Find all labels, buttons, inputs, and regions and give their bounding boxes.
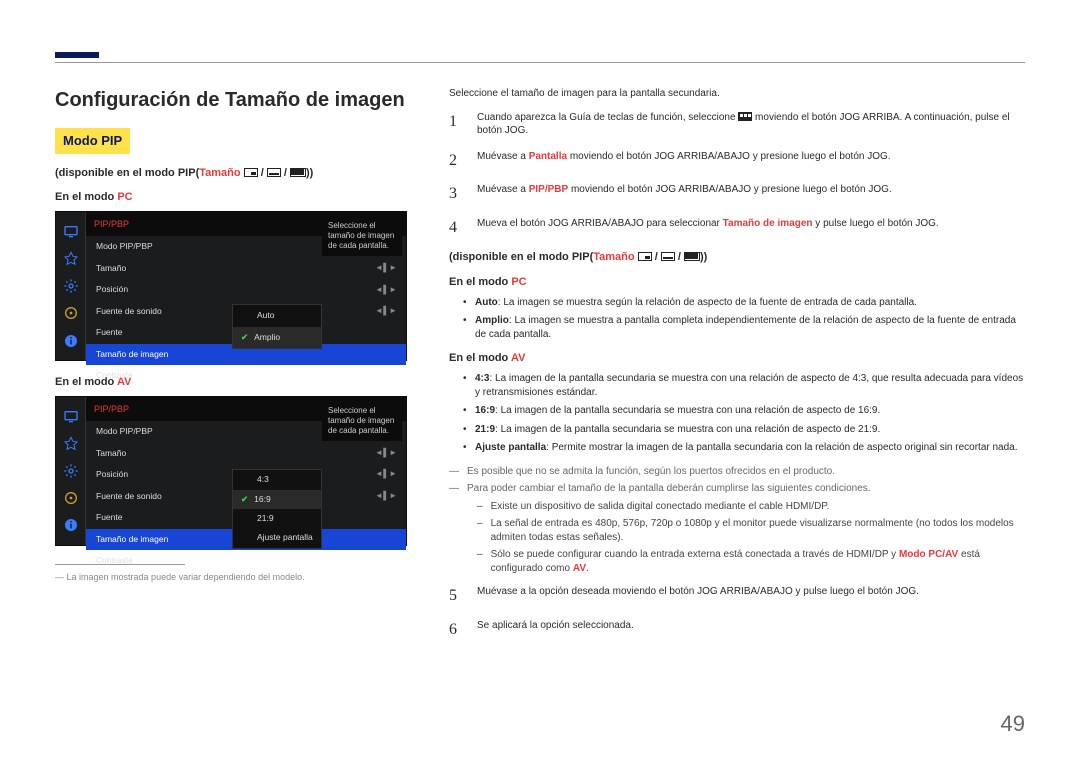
osd-option-219: 21:9 [233,509,321,528]
settings2-icon [62,305,80,321]
mode-pc-heading-left: En el modo PC [55,190,407,205]
osd-option-169: ✔16:9 [233,490,321,509]
gear-icon [62,463,80,479]
availability-line-right: (disponible en el modo PIP(Tamaño / / )) [449,250,1025,265]
size-icon-mid [661,252,675,261]
size-icon-small [244,168,258,177]
osd-tooltip: Seleccione el tamaño de imagen de cada p… [322,216,402,256]
avail-suffix: )) [306,167,313,179]
osd-row-tamano-av: Tamaño◄ ▌ ► [86,443,406,464]
pc-bullets: Auto: La imagen se muestra según la rela… [463,296,1025,342]
info-icon [62,333,80,349]
footnote: ― La imagen mostrada puede variar depend… [55,571,407,583]
osd-option-auto: Auto [233,305,321,326]
osd-sidebar-av [56,397,86,545]
step-6: 6Se aplicará la opción seleccionada. [449,619,1025,641]
size-icon-mid [267,168,281,177]
size-icon-large [290,168,306,177]
osd-option-43: 4:3 [233,470,321,489]
gear-icon [62,278,80,294]
osd-popup-pc: Auto ✔Amplio [232,304,322,349]
osd-screenshot-pc: PIP/PBP Modo PIP/PBPAct. Tamaño◄ ▌ ► Pos… [55,211,407,361]
osd-sidebar [56,212,86,360]
avail-prefix: (disponible en el modo PIP( [55,167,199,179]
osd-row-contraste-av: Contraste [86,550,406,571]
page-title: Configuración de Tamaño de imagen [55,87,407,114]
avail-size-label: Tamaño [199,167,240,179]
osd-screenshot-av: PIP/PBP Modo PIP/PBPAct. Tamaño◄ ▌ ► Pos… [55,396,407,546]
mode-av-heading-right: En el modo AV [449,351,1025,366]
notes-block: ―Es posible que no se admita la función,… [449,465,1025,576]
osd-tooltip-av: Seleccione el tamaño de imagen de cada p… [322,401,402,441]
step-2: 2 Muévase a Pantalla moviendo el botón J… [449,150,1025,172]
osd-row-posicion: Posición◄ ▌ ► [86,279,406,300]
osd-option-ajuste: Ajuste pantalla [233,528,321,547]
osd-row-tamano: Tamaño◄ ▌ ► [86,258,406,279]
step-1: 1 Cuando aparezca la Guía de teclas de f… [449,111,1025,138]
size-icon-small [638,252,652,261]
function-key-icon [738,112,752,121]
adjust-icon [62,251,80,267]
header-rule [55,62,1025,63]
size-icon-large [684,252,700,261]
osd-popup-av: 4:3 ✔16:9 21:9 Ajuste pantalla [232,469,322,549]
osd-option-amplio: ✔Amplio [233,327,321,348]
settings2-icon [62,490,80,506]
mode-pc-heading-right: En el modo PC [449,275,1025,290]
info-icon [62,517,80,533]
monitor-icon [62,409,80,425]
step-3: 3 Muévase a PIP/PBP moviendo el botón JO… [449,183,1025,205]
step-4: 4 Mueva el botón JOG ARRIBA/ABAJO para s… [449,217,1025,239]
header-accent-bar [55,52,99,58]
av-bullets: 4:3: La imagen de la pantalla secundaria… [463,372,1025,455]
section-modo-pip: Modo PIP [55,128,130,154]
monitor-icon [62,224,80,240]
availability-line-left: (disponible en el modo PIP(Tamaño / / )) [55,166,407,181]
page-number: 49 [1001,709,1025,739]
step-5: 5Muévase a la opción deseada moviendo el… [449,585,1025,607]
osd-row-contraste: Contraste [86,365,406,386]
adjust-icon [62,436,80,452]
intro-text: Seleccione el tamaño de imagen para la p… [449,87,1025,101]
